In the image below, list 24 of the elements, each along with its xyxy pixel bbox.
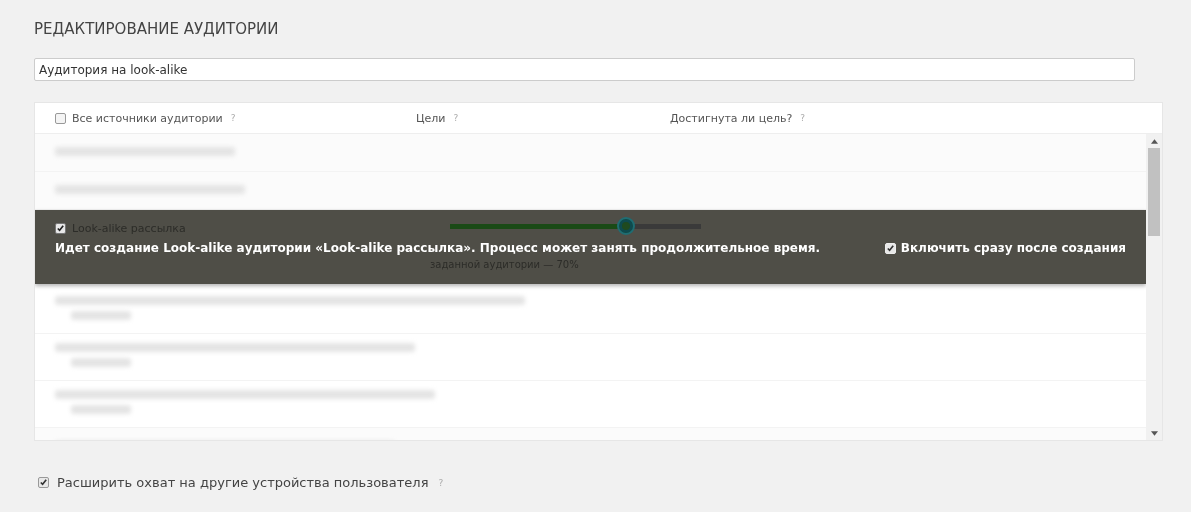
column-header: Достигнута ли цель? [670, 111, 793, 125]
notice-message: Идет создание Look-alike аудитории «Look-alike рассылка». Процесс может занять продолжительное время. [55, 241, 821, 255]
checkbox[interactable] [55, 223, 66, 234]
help-mark[interactable]: ? [230, 113, 236, 123]
scrollbar[interactable] [1146, 134, 1162, 440]
column-header: Цели [416, 111, 446, 125]
audience-name-field[interactable]: Аудитория на look-alike [34, 58, 1135, 81]
blurred-row-placeholder [71, 358, 131, 367]
help-mark[interactable]: ? [438, 477, 444, 488]
help-mark[interactable]: ? [453, 113, 459, 123]
blurred-row-placeholder [71, 311, 131, 320]
option-label: Включить сразу после создания [900, 241, 1126, 255]
help-mark[interactable]: ? [800, 113, 806, 123]
goal-slider[interactable] [450, 217, 701, 235]
checkbox[interactable] [38, 477, 49, 488]
page-title: РЕДАКТИРОВАНИЕ АУДИТОРИИ [34, 20, 280, 38]
scrollbar-thumb[interactable] [1148, 148, 1160, 236]
extend-label: Расширить охват на другие устройства пользователя [57, 475, 429, 490]
slider-thumb[interactable] [616, 217, 635, 235]
column-header: Все источники аудитории [72, 111, 223, 125]
checkbox[interactable] [55, 112, 66, 124]
scroll-down-icon[interactable] [1150, 431, 1158, 436]
blurred-row-placeholder [71, 405, 131, 414]
scroll-up-icon[interactable] [1150, 139, 1158, 144]
